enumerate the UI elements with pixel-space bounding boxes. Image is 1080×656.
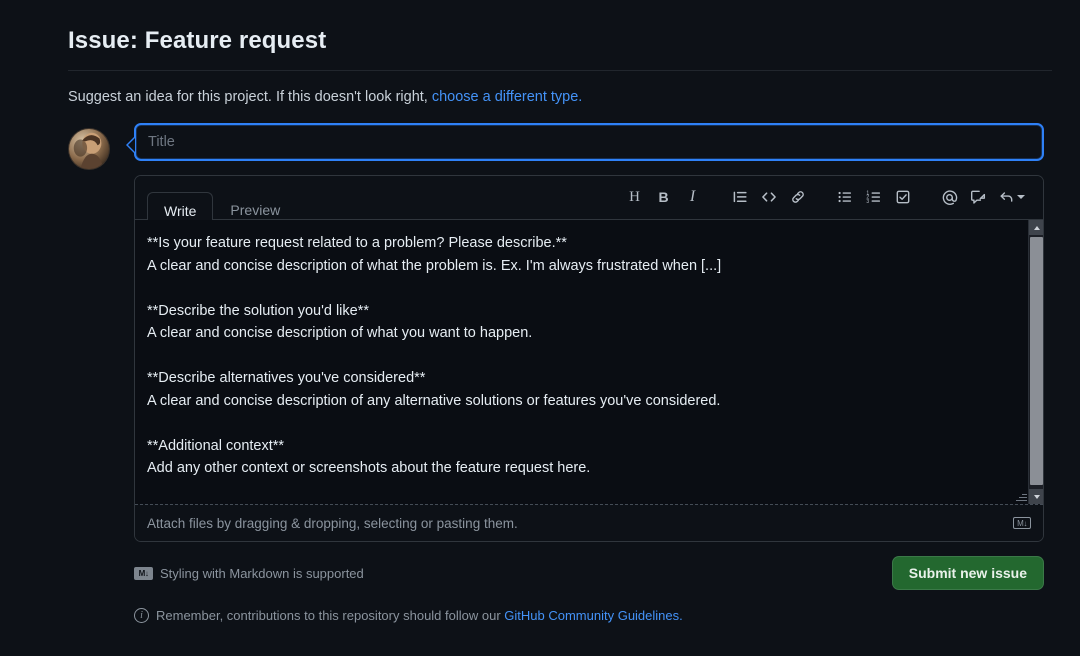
editor-header: Write Preview H B I xyxy=(135,176,1043,220)
github-community-guidelines-link[interactable]: GitHub Community Guidelines. xyxy=(504,608,682,623)
chevron-up-icon xyxy=(1034,226,1040,230)
toolbar-group-insert xyxy=(725,183,812,211)
comment-box: Title Write Preview H B I xyxy=(134,123,1044,623)
svg-text:3: 3 xyxy=(866,199,869,205)
markdown-badge-letter: M xyxy=(139,569,145,578)
issue-body-text: **Is your feature request related to a p… xyxy=(135,220,1043,504)
italic-icon[interactable]: I xyxy=(678,183,707,211)
toolbar-group-extras xyxy=(935,183,1031,211)
page-subtitle: Suggest an idea for this project. If thi… xyxy=(68,87,1052,107)
scrollbar-thumb[interactable] xyxy=(1030,237,1043,485)
chevron-down-icon xyxy=(1017,195,1025,199)
reference-reply-icon[interactable] xyxy=(993,183,1031,211)
toolbar-group-text: H B I xyxy=(620,183,707,211)
header-divider xyxy=(68,70,1052,71)
textarea-resize-handle[interactable] xyxy=(1015,490,1027,502)
attach-files-text: Attach files by dragging & dropping, sel… xyxy=(147,516,518,531)
editor-tabs: Write Preview xyxy=(141,175,297,219)
comment-form-row: Title Write Preview H B I xyxy=(0,123,1080,623)
info-icon: i xyxy=(134,608,149,623)
community-guidelines-note: i Remember, contributions to this reposi… xyxy=(134,608,1044,623)
task-list-icon[interactable] xyxy=(888,183,917,211)
form-actions: M↓ Styling with Markdown is supported Su… xyxy=(134,556,1044,590)
bubble-arrow-inner-icon xyxy=(128,138,135,152)
page-header: Issue: Feature request Suggest an idea f… xyxy=(0,0,1080,107)
page-title: Issue: Feature request xyxy=(68,26,1052,56)
textarea-scrollbar[interactable] xyxy=(1028,220,1043,504)
mention-icon[interactable] xyxy=(935,183,964,211)
subtitle-text: Suggest an idea for this project. If thi… xyxy=(68,89,432,105)
ordered-list-icon[interactable]: 1 2 3 xyxy=(859,183,888,211)
quote-icon[interactable] xyxy=(725,183,754,211)
saved-reply-icon[interactable] xyxy=(964,183,993,211)
issue-title-placeholder: Title xyxy=(148,134,175,150)
heading-icon[interactable]: H xyxy=(620,183,649,211)
community-note-text: Remember, contributions to this reposito… xyxy=(156,608,683,623)
code-icon[interactable] xyxy=(754,183,783,211)
editor-toolbar: H B I xyxy=(620,175,1035,219)
link-icon[interactable] xyxy=(783,183,812,211)
attach-files-dropzone[interactable]: Attach files by dragging & dropping, sel… xyxy=(135,504,1043,541)
markdown-support-note: M↓ Styling with Markdown is supported xyxy=(134,566,364,581)
issue-form-page: Issue: Feature request Suggest an idea f… xyxy=(0,0,1080,656)
scroll-up-button[interactable] xyxy=(1029,220,1043,235)
issue-body-textarea[interactable]: **Is your feature request related to a p… xyxy=(135,220,1043,504)
community-note-prefix: Remember, contributions to this reposito… xyxy=(156,608,504,623)
heading-glyph: H xyxy=(629,190,640,205)
avatar[interactable] xyxy=(68,128,110,170)
choose-different-type-link[interactable]: choose a different type. xyxy=(432,89,582,105)
scroll-down-button[interactable] xyxy=(1029,489,1043,504)
chevron-down-icon xyxy=(1034,495,1040,499)
markdown-badge-letter: M xyxy=(1017,519,1023,528)
italic-glyph: I xyxy=(690,189,695,205)
bold-glyph: B xyxy=(658,190,668,204)
unordered-list-icon[interactable] xyxy=(830,183,859,211)
markdown-support-text: Styling with Markdown is supported xyxy=(160,566,364,581)
markdown-icon: M↓ xyxy=(1013,517,1031,529)
markdown-icon: M↓ xyxy=(134,567,153,580)
submit-new-issue-button[interactable]: Submit new issue xyxy=(892,556,1044,590)
issue-title-field[interactable]: Title xyxy=(134,123,1044,161)
toolbar-group-lists: 1 2 3 xyxy=(830,183,917,211)
markdown-editor: Write Preview H B I xyxy=(134,175,1044,542)
bold-icon[interactable]: B xyxy=(649,183,678,211)
